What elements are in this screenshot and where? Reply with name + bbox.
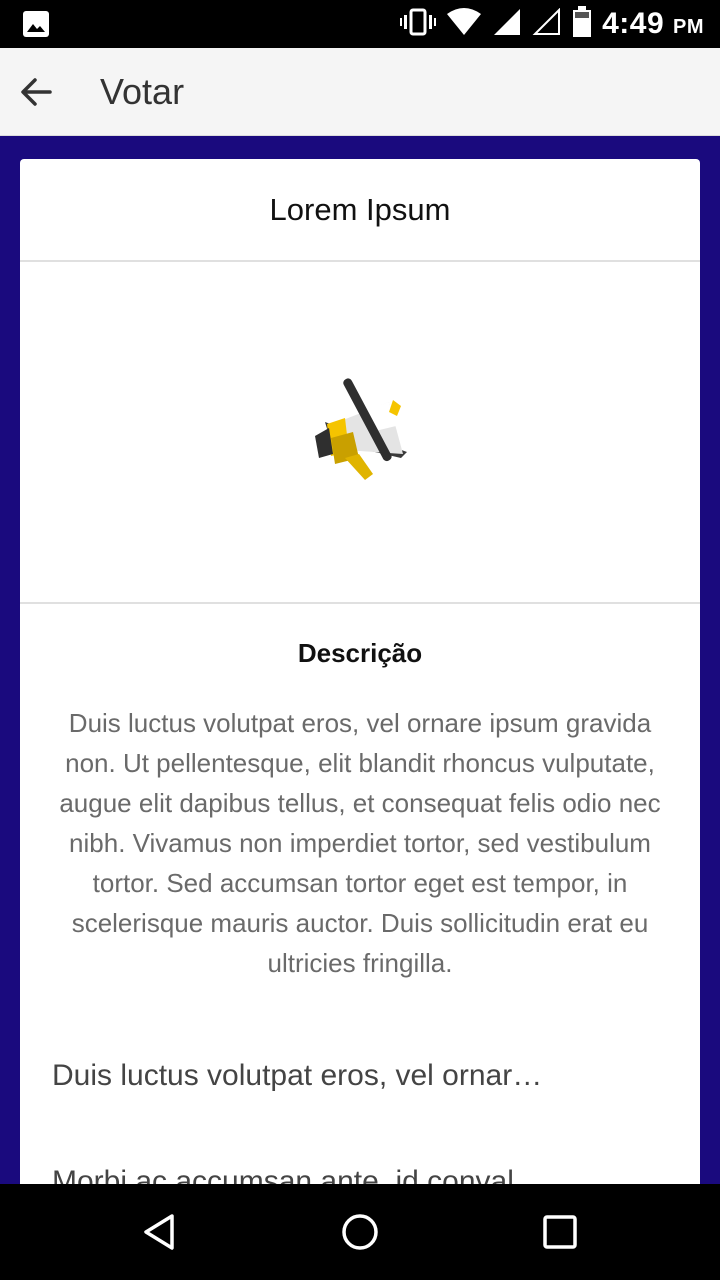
nav-home-button[interactable]	[336, 1208, 384, 1256]
battery-icon	[572, 5, 592, 43]
status-time: 4:49 PM	[602, 7, 704, 40]
signal-empty-icon	[532, 7, 562, 41]
home-circle-icon	[342, 1214, 378, 1250]
nav-recents-button[interactable]	[536, 1208, 584, 1256]
vote-option-1[interactable]: Duis luctus volutpat eros, vel ornar…	[20, 1023, 700, 1129]
card-media	[20, 262, 700, 604]
image-icon	[22, 10, 50, 43]
wifi-icon	[446, 7, 482, 41]
back-triangle-icon	[144, 1214, 174, 1250]
status-bar: 4:49 PM	[0, 0, 720, 48]
nav-back-button[interactable]	[136, 1208, 184, 1256]
arrow-back-icon	[21, 78, 52, 106]
megaphone-icon	[315, 378, 407, 480]
description-title: Descrição	[297, 638, 423, 668]
page-title: Votar	[100, 71, 185, 112]
card-header: Lorem Ipsum	[20, 159, 700, 262]
content-area: Lorem Ipsum Descrição Duis luctus volutp…	[0, 136, 720, 1184]
app-bar: Votar	[0, 48, 720, 136]
vote-option-2[interactable]: Morbi ac accumsan ante, id conval…	[20, 1129, 700, 1184]
vote-card: Lorem Ipsum Descrição Duis luctus volutp…	[20, 159, 700, 1184]
navigation-bar	[0, 1184, 720, 1280]
signal-icon	[492, 8, 522, 41]
description-text: Duis luctus volutpat eros, vel ornare ip…	[59, 708, 661, 978]
vibrate-icon	[400, 7, 437, 42]
back-button[interactable]	[8, 64, 64, 120]
recents-square-icon	[543, 1215, 577, 1249]
card-title: Lorem Ipsum	[269, 191, 451, 227]
